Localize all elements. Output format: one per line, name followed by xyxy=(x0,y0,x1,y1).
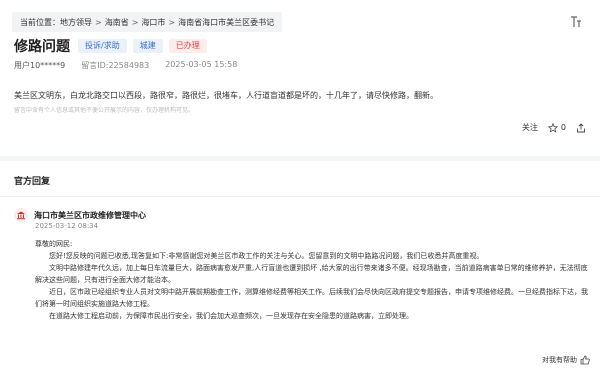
official-reply-heading: 官方回复 xyxy=(14,177,51,187)
post-datetime: 2025-03-05 15:58 xyxy=(165,60,238,69)
reply-date: 2025-03-12 08:34 xyxy=(35,222,99,230)
reply-paragraph: 您好!您反映的问题已收悉,现答复如下:非常感谢您对美兰区市政工作的关注与关心。您… xyxy=(49,252,484,260)
question-text: 美兰区文明东，白龙北路交口以西段，路很窄，路很烂，很堵车，人行道盲道都是坏的，十… xyxy=(14,91,438,100)
reply-body: 尊敬的网民: 您好!您反映的问题已收悉,现答复如下:非常感谢您对美兰区市政工作的… xyxy=(35,238,593,322)
breadcrumb-separator: > xyxy=(131,17,139,27)
section-divider xyxy=(0,156,600,161)
breadcrumb-separator: > xyxy=(168,17,176,27)
category-tag-urban: 城建 xyxy=(132,39,163,53)
user-id: 用户10*****9 xyxy=(14,61,66,70)
category-tag-complaint: 投诉/求助 xyxy=(78,39,127,53)
star-icon xyxy=(547,122,558,133)
breadcrumb-separator: > xyxy=(95,17,102,27)
message-id: 留言ID:22584983 xyxy=(81,61,150,70)
breadcrumb-item-city[interactable]: 海口市 xyxy=(141,17,165,28)
title-row: 修路问题 投诉/求助 城建 已办理 xyxy=(14,36,213,56)
reply-paragraph: 文明中路修建年代久远，加上每日车流量巨大，路面病害愈发严重,人行盲道也遭到损坏 … xyxy=(35,264,588,284)
reply-paragraph: 在道路大修工程启动前，为保障市民出行安全，我们会加大巡查频次，一旦发现存在安全隐… xyxy=(49,312,413,320)
breadcrumb-item-province[interactable]: 海南省 xyxy=(105,17,129,28)
government-building-icon xyxy=(14,208,28,222)
page-title: 修路问题 xyxy=(14,39,70,55)
share-icon[interactable] xyxy=(576,122,586,133)
meta-row: 用户10*****9 留言ID:22584983 2025-03-05 15:5… xyxy=(14,60,237,71)
breadcrumb-item-secretary[interactable]: 海南省海口市美兰区委书记 xyxy=(178,17,274,28)
breadcrumb-item-leaders[interactable]: 地方领导 xyxy=(60,17,92,28)
heading-underline xyxy=(0,196,600,197)
like-button[interactable]: 0 xyxy=(547,122,566,133)
breadcrumb-prefix: 当前位置： xyxy=(20,17,60,27)
font-size-icon[interactable] xyxy=(570,15,582,29)
helpful-button[interactable]: 对我有帮助 xyxy=(542,355,590,365)
breadcrumb: 当前位置： 地方领导 > 海南省 > 海口市 > 海南省海口市美兰区委书记 xyxy=(12,12,283,32)
status-badge: 已办理 xyxy=(168,39,207,53)
reply-greeting: 尊敬的网民: xyxy=(35,240,73,248)
reply-org-row: 海口市美兰区市政维修管理中心 xyxy=(14,208,146,222)
like-count: 0 xyxy=(560,123,566,132)
thumbs-up-icon xyxy=(580,355,590,365)
follow-button[interactable]: 关注 xyxy=(522,122,538,133)
privacy-disclaimer: 留言中含有个人信息或其他不便公开展示的内容，仅办理机构可见。 xyxy=(14,107,195,114)
reply-org-name: 海口市美兰区市政维修管理中心 xyxy=(34,210,146,220)
helpful-label: 对我有帮助 xyxy=(542,356,577,364)
action-bar: 关注 0 xyxy=(522,122,586,133)
reply-paragraph: 近日，区市政已经组织专业人员对文明中路开展前期勘查工作，测算维修经费等相关工作。… xyxy=(35,288,588,308)
